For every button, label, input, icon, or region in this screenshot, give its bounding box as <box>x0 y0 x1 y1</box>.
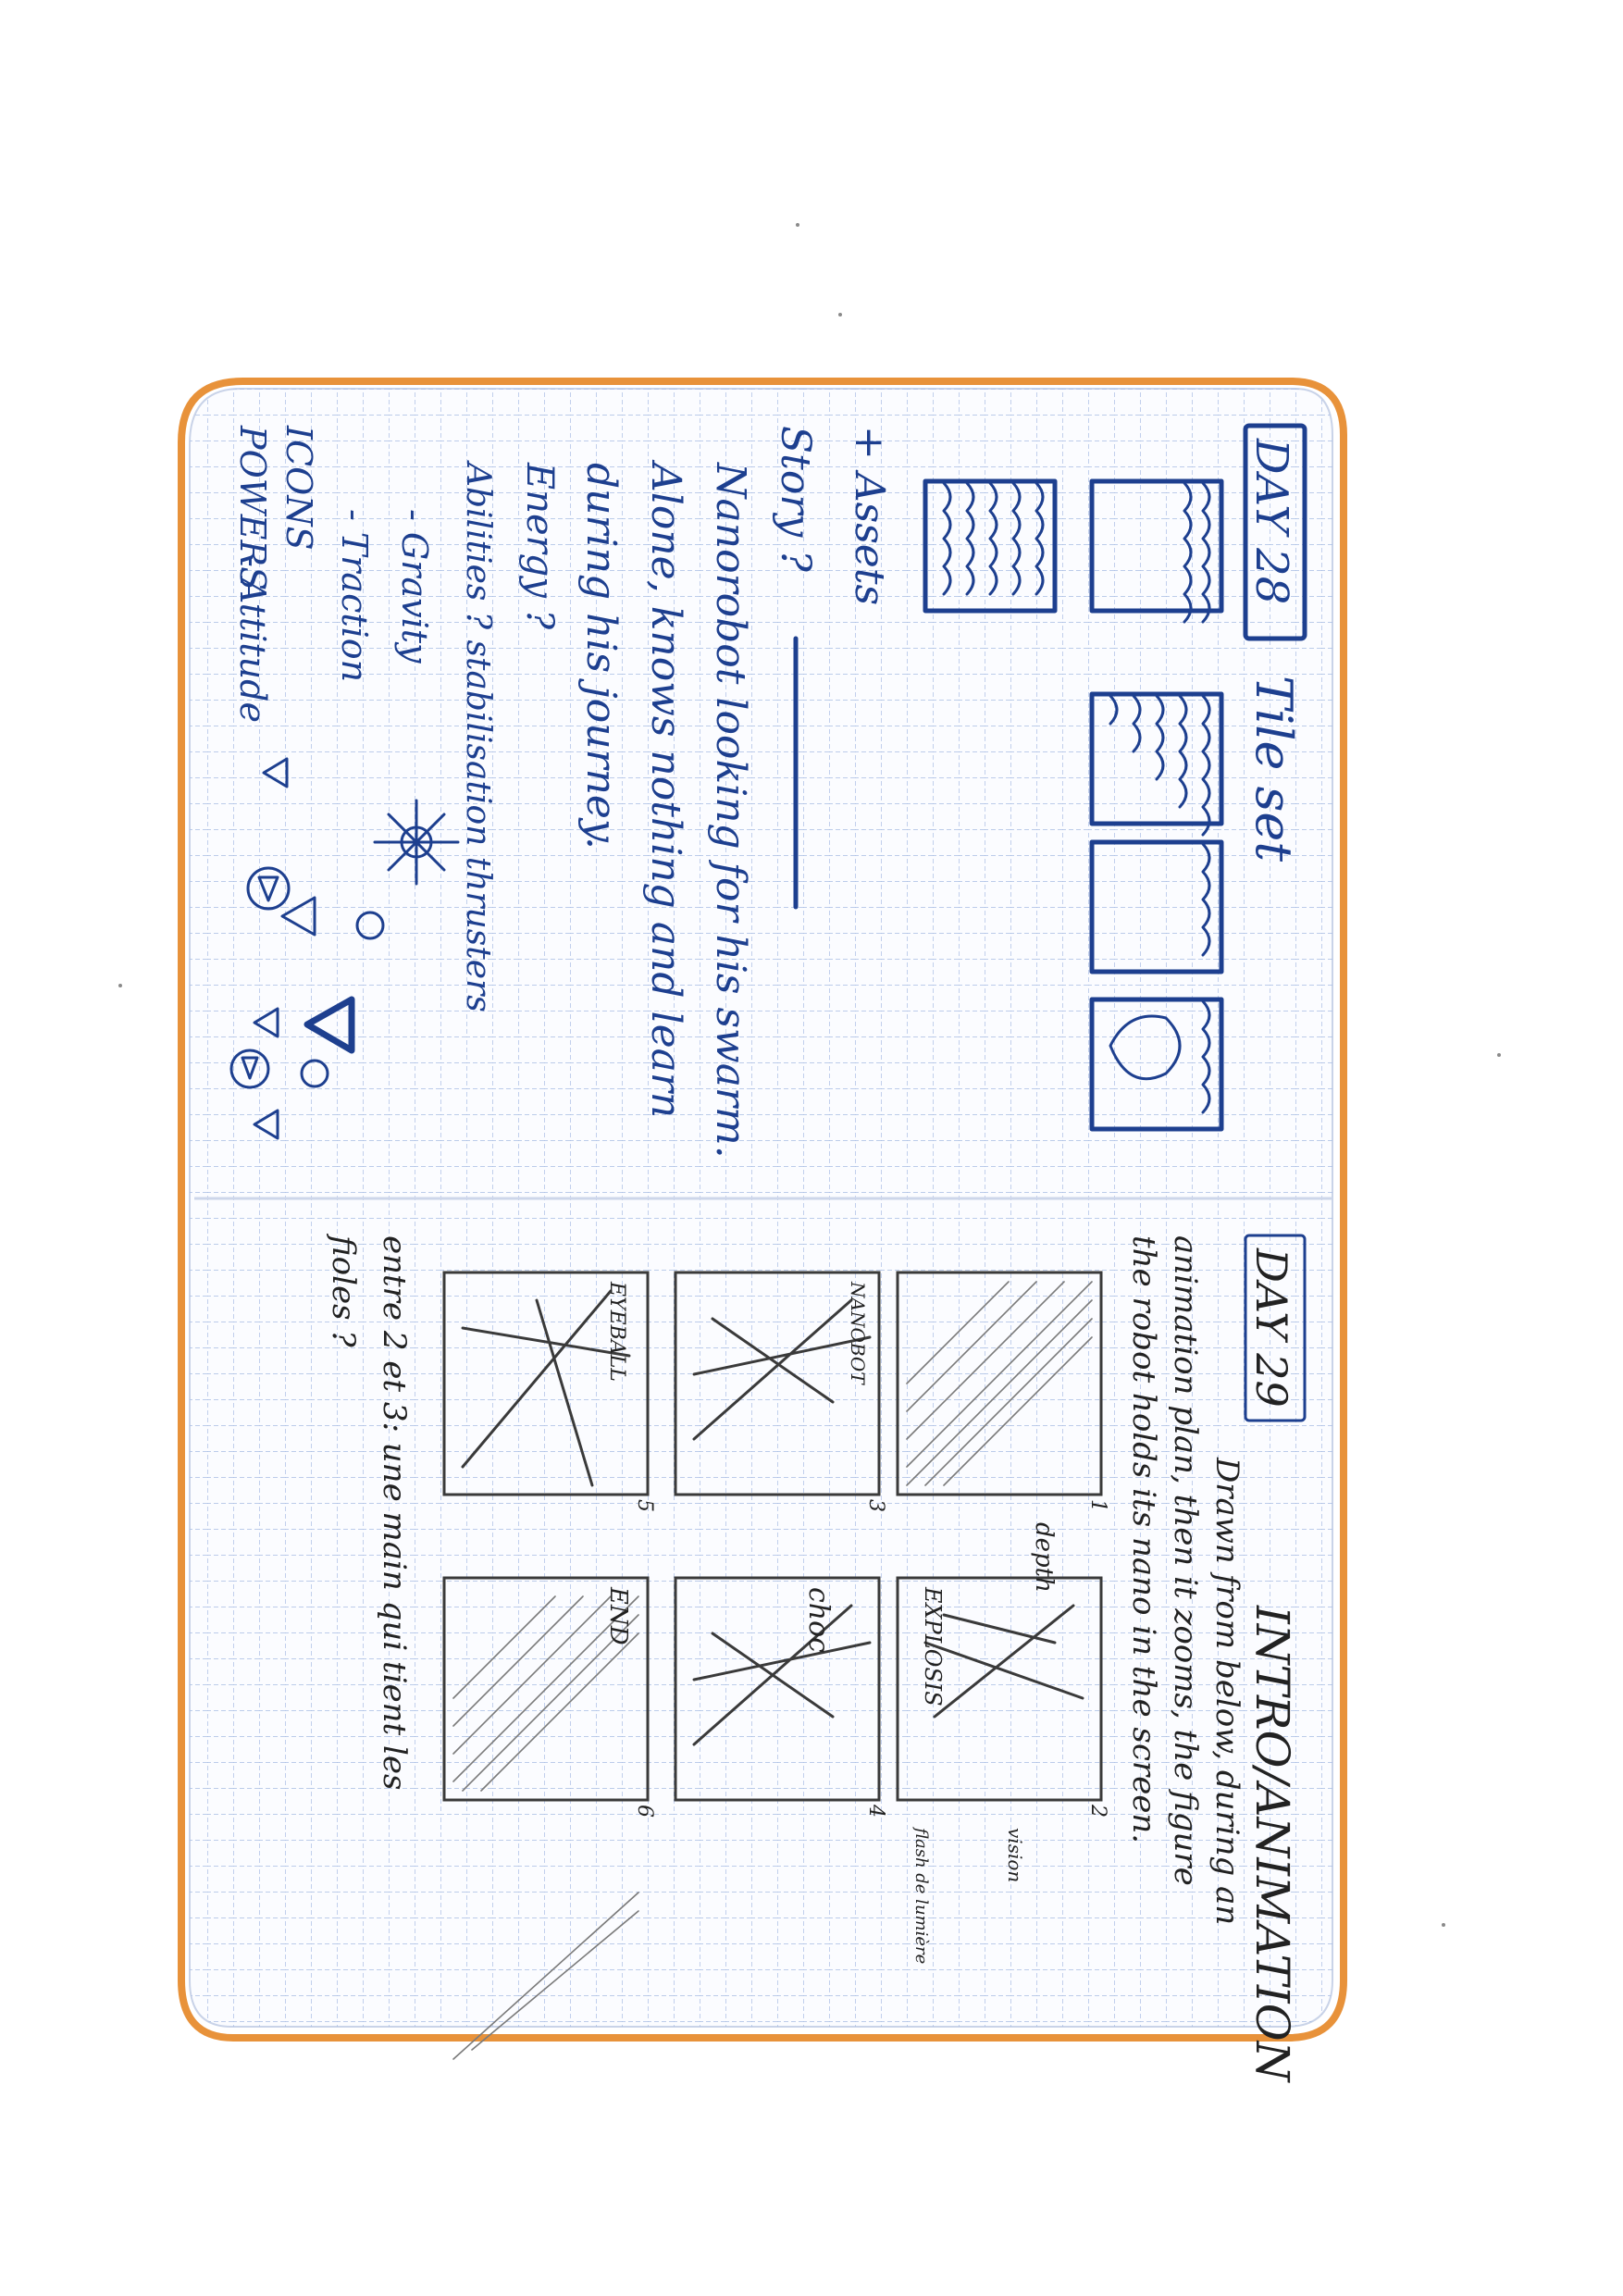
panel-label-4: 4 <box>864 1804 887 1818</box>
story-line-2: Alone, knows nothing and learn <box>642 459 689 1118</box>
side-note-flash: flash de lumière <box>911 1826 931 1964</box>
day28-title: Tile set <box>1245 676 1303 862</box>
footer-line-1: entre 2 et 3: une main qui tient les <box>376 1235 413 1790</box>
side-note-vision: vision <box>1004 1828 1026 1882</box>
panel-label-2: 2 <box>1086 1804 1109 1818</box>
panel-text-choc: choc <box>802 1587 835 1653</box>
day29-note-1: Drawn from below, during an <box>1208 1457 1245 1925</box>
panel-text-depth: depth <box>1030 1522 1058 1593</box>
notebook-scan: DAY 28 Tile set + Assets Story ? Nanorob… <box>118 223 1501 2084</box>
footer-line-2: fioles ? <box>325 1233 362 1347</box>
panel-text-end: END <box>604 1586 632 1645</box>
day29-title: INTRO/ANIMATION <box>1245 1605 1299 2084</box>
day28-badge: DAY 28 <box>1245 438 1297 604</box>
icons-label: ICONS <box>279 425 319 551</box>
abilities-label: Abilities ? stabilisation thrusters <box>459 460 497 1012</box>
assets-label: + Assets <box>846 426 893 605</box>
panel-label-3: 3 <box>864 1499 887 1512</box>
day29-note-2: animation plan, then it zooms, the figur… <box>1167 1235 1204 1886</box>
story-label: Story ? <box>772 426 819 572</box>
energy-label: Energy ? <box>518 462 561 630</box>
ability-gravity: - Gravity <box>394 509 435 664</box>
panel-label-1: 1 <box>1086 1499 1109 1512</box>
day29-badge: DAY 29 <box>1246 1247 1296 1408</box>
story-line-3: during his journey. <box>577 463 625 850</box>
panel-text-eyeball: EYEBALL <box>605 1281 628 1382</box>
ability-traction: - Traction <box>334 509 375 682</box>
attitude-label: - Attitude <box>232 555 273 723</box>
panel-text-explosis: EXPLOSIS <box>920 1586 946 1706</box>
panel-label-6: 6 <box>633 1805 656 1818</box>
story-line-1: Nanorobot looking for his swarm. <box>707 462 754 1159</box>
panel-label-5: 5 <box>633 1499 656 1512</box>
panel-text-nanobot: NANOBOT <box>847 1281 869 1385</box>
day29-note-3: the robot holds its nano in the screen. <box>1125 1235 1162 1843</box>
